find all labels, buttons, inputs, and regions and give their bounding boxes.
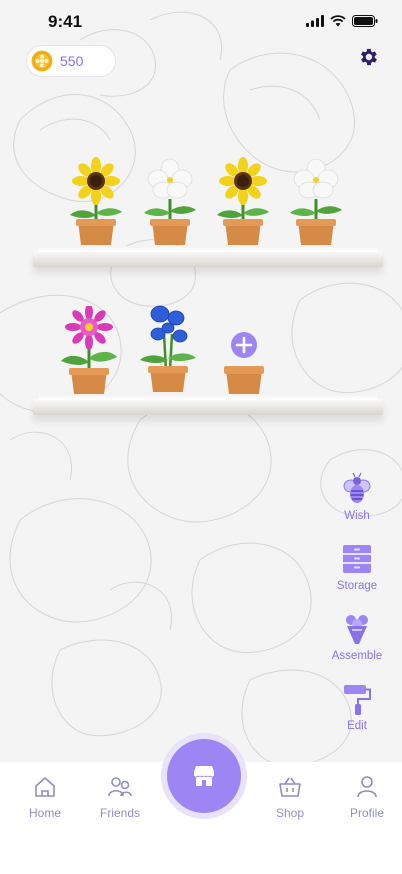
blue-flower-plant[interactable] bbox=[138, 304, 198, 394]
sunflower-plant[interactable] bbox=[66, 157, 126, 247]
nav-home[interactable]: Home bbox=[15, 774, 75, 820]
garden-home-button[interactable] bbox=[161, 733, 247, 819]
top-shelf bbox=[33, 246, 383, 267]
assemble-button[interactable]: Assemble bbox=[330, 612, 384, 674]
status-time: 9:41 bbox=[48, 12, 83, 31]
edit-label: Edit bbox=[347, 720, 367, 732]
bouquet-icon bbox=[346, 615, 368, 644]
storefront-icon bbox=[194, 766, 214, 786]
nav-shop-label: Shop bbox=[275, 806, 305, 820]
nav-profile-label: Profile bbox=[349, 806, 384, 820]
status-icons bbox=[306, 15, 378, 27]
bee-icon bbox=[343, 472, 371, 503]
home-icon bbox=[35, 777, 55, 797]
settings-gear-icon[interactable] bbox=[357, 46, 379, 68]
nav-shop[interactable]: Shop bbox=[260, 774, 320, 820]
white-flower-plant[interactable] bbox=[140, 157, 200, 247]
friends-icon bbox=[108, 777, 132, 797]
wifi-icon bbox=[330, 15, 346, 27]
paint-roller-icon bbox=[344, 685, 371, 715]
status-bar: 9:41 bbox=[0, 0, 402, 44]
storage-label: Storage bbox=[336, 580, 378, 592]
white-flower-plant[interactable] bbox=[286, 157, 346, 247]
garden-home-button-inner bbox=[167, 739, 241, 813]
nav-friends[interactable]: Friends bbox=[90, 774, 150, 820]
wish-label: Wish bbox=[344, 510, 370, 522]
assemble-label: Assemble bbox=[331, 650, 383, 662]
nav-friends-label: Friends bbox=[99, 806, 140, 820]
battery-icon bbox=[352, 15, 378, 27]
coin-icon bbox=[31, 50, 53, 72]
edit-button[interactable]: Edit bbox=[330, 682, 384, 744]
nav-profile[interactable]: Profile bbox=[337, 774, 397, 820]
coin-balance[interactable]: 550 bbox=[27, 46, 115, 76]
bottom-shelf bbox=[33, 394, 383, 415]
empty-pot-add-slot[interactable] bbox=[220, 332, 268, 394]
pink-dahlia-plant[interactable] bbox=[59, 306, 119, 396]
drawers-icon bbox=[343, 545, 371, 573]
sunflower-plant[interactable] bbox=[213, 157, 273, 247]
profile-icon bbox=[357, 776, 377, 798]
coin-value: 550 bbox=[60, 53, 84, 69]
wish-button[interactable]: Wish bbox=[330, 472, 384, 534]
nav-home-label: Home bbox=[28, 806, 61, 820]
storage-button[interactable]: Storage bbox=[330, 542, 384, 604]
cellular-signal-icon bbox=[306, 15, 324, 27]
basket-icon bbox=[279, 777, 301, 797]
